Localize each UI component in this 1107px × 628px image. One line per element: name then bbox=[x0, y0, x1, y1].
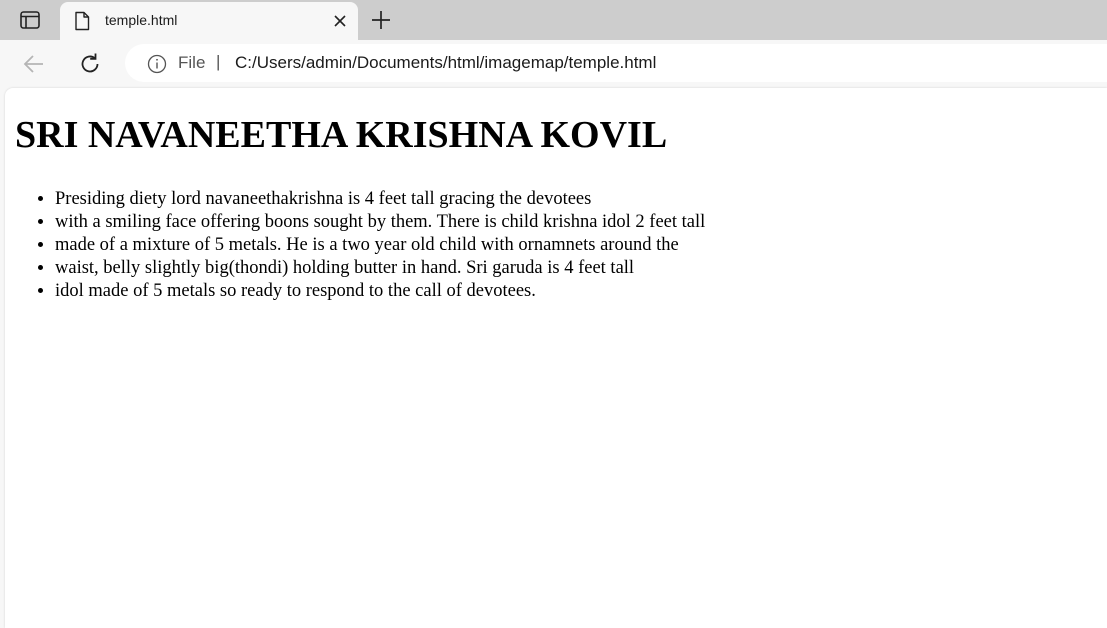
list-item: with a smiling face offering boons sough… bbox=[55, 211, 705, 234]
list-item: waist, belly slightly big(thondi) holdin… bbox=[55, 257, 705, 280]
page-heading: SRI NAVANEETHA KRISHNA KOVIL bbox=[15, 114, 668, 156]
info-icon[interactable] bbox=[147, 54, 167, 74]
browser-window: temple.html File | C:/Users/admin/Docume… bbox=[0, 0, 1107, 628]
tab-strip: temple.html bbox=[0, 0, 1107, 40]
plus-icon[interactable] bbox=[370, 9, 392, 31]
tab-title: temple.html bbox=[105, 12, 178, 28]
back-arrow-icon[interactable] bbox=[22, 52, 46, 76]
page-viewport: SRI NAVANEETHA KRISHNA KOVIL Presiding d… bbox=[5, 88, 1107, 628]
list-item: made of a mixture of 5 metals. He is a t… bbox=[55, 234, 705, 257]
description-list: Presiding diety lord navaneethakrishna i… bbox=[15, 188, 705, 303]
tab-active[interactable]: temple.html bbox=[60, 2, 358, 40]
tab-actions-icon bbox=[20, 11, 40, 29]
reload-icon[interactable] bbox=[78, 52, 102, 76]
url-text[interactable]: C:/Users/admin/Documents/html/imagemap/t… bbox=[235, 53, 656, 73]
close-icon[interactable] bbox=[332, 13, 348, 29]
address-separator: | bbox=[216, 52, 221, 71]
scheme-label: File bbox=[178, 53, 206, 72]
tab-actions-button[interactable] bbox=[8, 5, 52, 35]
list-item: Presiding diety lord navaneethakrishna i… bbox=[55, 188, 705, 211]
document-icon bbox=[75, 11, 90, 31]
address-bar[interactable]: File | C:/Users/admin/Documents/html/ima… bbox=[125, 44, 1107, 82]
list-item: idol made of 5 metals so ready to respon… bbox=[55, 280, 705, 303]
toolbar: File | C:/Users/admin/Documents/html/ima… bbox=[0, 40, 1107, 88]
